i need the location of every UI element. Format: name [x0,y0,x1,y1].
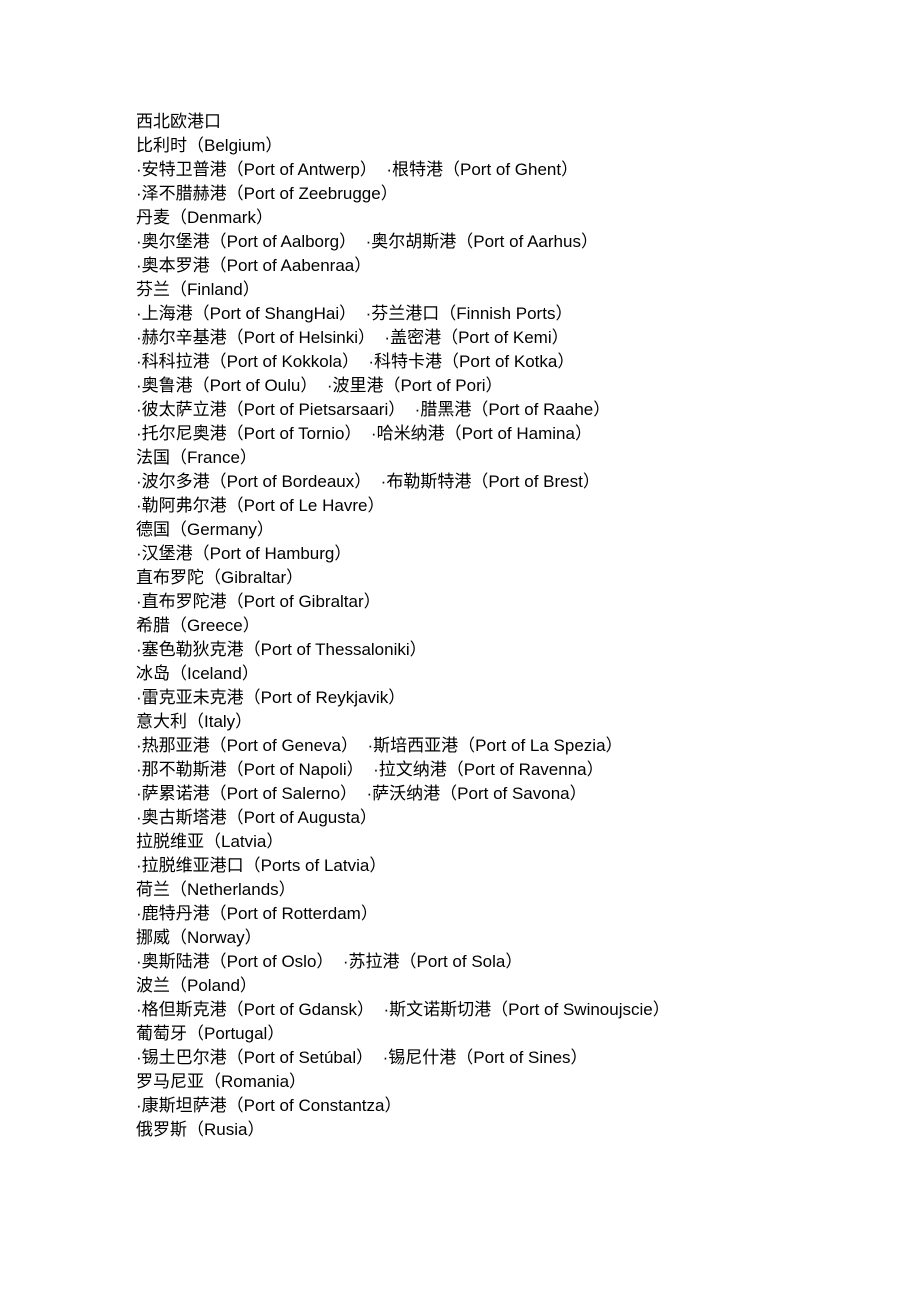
port-list-line: ·奥本罗港（Port of Aabenraa） [136,256,372,275]
country-heading: 荷兰（Netherlands） [136,880,296,899]
port-list-line: ·萨累诺港（Port of Salerno） ·萨沃纳港（Port of Sav… [136,784,587,803]
country-heading: 意大利（Italy） [136,712,253,731]
port-list-line: ·塞色勒狄克港（Port of Thessaloniki） [136,640,427,659]
port-list-line: ·勒阿弗尔港（Port of Le Havre） [136,496,385,515]
document-body: 西北欧港口比利时（Belgium） ·安特卫普港（Port of Antwerp）… [136,110,856,1142]
port-list-line: ·汉堡港（Port of Hamburg） [136,544,352,563]
port-list-line: ·泽不腊赫港（Port of Zeebrugge） [136,184,398,203]
port-list-line: ·热那亚港（Port of Geneva） ·斯培西亚港（Port of La … [136,736,623,755]
port-list-line: ·雷克亚未克港（Port of Reykjavik） [136,688,406,707]
country-heading: 波兰（Poland） [136,976,257,995]
country-heading: 俄罗斯（Rusia） [136,1120,265,1139]
country-heading: 丹麦（Denmark） [136,208,273,227]
port-list-line: ·奥古斯塔港（Port of Augusta） [136,808,377,827]
port-list-line: ·康斯坦萨港（Port of Constantza） [136,1096,402,1115]
country-heading: 罗马尼亚（Romania） [136,1072,307,1091]
port-list-line: ·那不勒斯港（Port of Napoli） ·拉文纳港（Port of Rav… [136,760,604,779]
country-heading: 德国（Germany） [136,520,274,539]
port-list-line: ·格但斯克港（Port of Gdansk） ·斯文诺斯切港（Port of S… [136,1000,670,1019]
port-list-line: ·拉脱维亚港口（Ports of Latvia） [136,856,387,875]
port-list-line: ·奥斯陆港（Port of Oslo） ·苏拉港（Port of Sola） [136,952,523,971]
country-heading: 冰岛（Iceland） [136,664,259,683]
port-list-line: ·奥鲁港（Port of Oulu） ·波里港（Port of Pori） [136,376,503,395]
port-list-line: ·托尔尼奥港（Port of Tornio） ·哈米纳港（Port of Ham… [136,424,592,443]
country-heading: 比利时（Belgium） [136,136,283,155]
country-heading: 芬兰（Finland） [136,280,260,299]
country-heading: 拉脱维亚（Latvia） [136,832,284,851]
port-list-line: ·上海港（Port of ShangHai） ·芬兰港口（Finnish Por… [136,304,573,323]
port-list-line: ·直布罗陀港（Port of Gibraltar） [136,592,381,611]
document-heading: 西北欧港口 [136,112,221,131]
port-list-line: ·安特卫普港（Port of Antwerp） ·根特港（Port of Ghe… [136,160,579,179]
port-list-line: ·鹿特丹港（Port of Rotterdam） [136,904,378,923]
country-heading: 希腊（Greece） [136,616,260,635]
port-list-line: ·彼太萨立港（Port of Pietsarsaari） ·腊黑港（Port o… [136,400,611,419]
port-list-line: ·波尔多港（Port of Bordeaux） ·布勒斯特港（Port of B… [136,472,600,491]
country-heading: 挪威（Norway） [136,928,262,947]
port-list-line: ·赫尔辛基港（Port of Helsinki） ·盖密港（Port of Ke… [136,328,569,347]
port-list-line: ·锡土巴尔港（Port of Setúbal） ·锡尼什港（Port of Si… [136,1048,588,1067]
port-list-line: ·奥尔堡港（Port of Aalborg） ·奥尔胡斯港（Port of Aa… [136,232,598,251]
country-heading: 直布罗陀（Gibraltar） [136,568,304,587]
country-heading: 法国（France） [136,448,257,467]
document-page: 西北欧港口比利时（Belgium） ·安特卫普港（Port of Antwerp）… [0,0,920,1302]
country-heading: 葡萄牙（Portugal） [136,1024,285,1043]
port-list-line: ·科科拉港（Port of Kokkola） ·科特卡港（Port of Kot… [136,352,575,371]
